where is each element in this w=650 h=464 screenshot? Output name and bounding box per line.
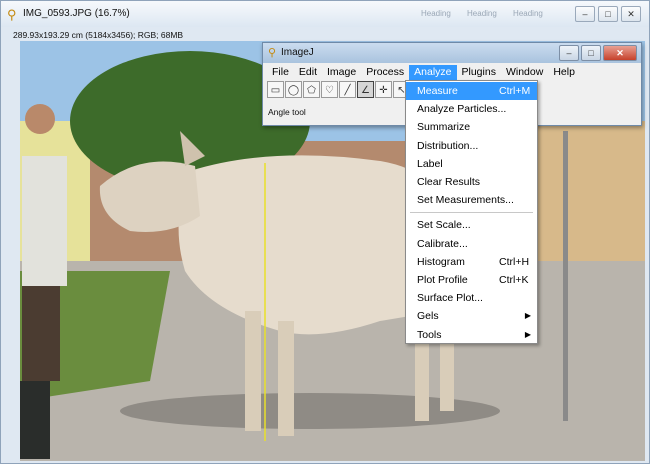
oval-tool-icon[interactable]: ◯ — [285, 81, 302, 98]
menu-item-tools[interactable]: Tools ▶ — [406, 326, 537, 344]
menu-item-set-scale[interactable]: Set Scale... — [406, 216, 537, 234]
menu-item-histogram[interactable]: Histogram Ctrl+H — [406, 253, 537, 271]
menu-plugins[interactable]: Plugins — [457, 65, 501, 80]
background-tabs: Heading Heading Heading — [421, 9, 543, 18]
menu-item-label: Summarize — [417, 121, 471, 134]
menu-item-distribution[interactable]: Distribution... — [406, 137, 537, 155]
menu-item-gels[interactable]: Gels ▶ — [406, 307, 537, 325]
imagej-minimize-button[interactable]: – — [559, 45, 579, 61]
submenu-arrow-icon: ▶ — [524, 329, 531, 339]
menu-item-label: Calibrate... — [417, 237, 468, 250]
menu-item-label: Measure — [417, 85, 458, 97]
menu-item-shortcut: Ctrl+H — [499, 255, 530, 268]
menu-item-clear-results[interactable]: Clear Results — [406, 173, 537, 191]
imagej-microscope-icon: ⚲ — [7, 7, 17, 22]
menu-item-label: Analyze Particles... — [417, 103, 507, 116]
menu-item-label: Clear Results — [417, 176, 481, 188]
menu-item-label: Surface Plot... — [417, 292, 483, 305]
menu-item-plot-profile[interactable]: Plot Profile Ctrl+K — [406, 271, 537, 289]
menu-item-calibrate[interactable]: Calibrate... — [406, 235, 537, 253]
rectangle-tool-icon[interactable]: ▭ — [267, 81, 284, 98]
menu-item-analyze-particles[interactable]: Analyze Particles... — [406, 100, 537, 118]
imagej-titlebar[interactable]: ⚲ ImageJ – □ ✕ — [263, 43, 641, 63]
menu-item-set-measurements[interactable]: Set Measurements... — [406, 191, 537, 209]
menu-analyze[interactable]: Analyze — [409, 65, 457, 80]
image-info-text: 289.93x193.29 cm (5184x3456); RGB; 68MB — [13, 30, 184, 40]
menu-window[interactable]: Window — [501, 65, 548, 80]
imagej-menubar: File Edit Image Process Analyze Plugins … — [267, 65, 580, 80]
menu-item-summarize[interactable]: Summarize — [406, 118, 537, 136]
measuring-stick — [563, 131, 568, 421]
menu-image[interactable]: Image — [322, 65, 361, 80]
menu-item-label: Gels — [417, 310, 439, 323]
menu-item-label: Plot Profile — [417, 274, 468, 286]
imagej-close-button[interactable]: ✕ — [603, 45, 637, 61]
freehand-tool-icon[interactable]: ♡ — [321, 81, 338, 98]
image-maximize-button[interactable]: □ — [598, 6, 618, 22]
menu-item-label: Label — [417, 157, 443, 170]
menu-item-label: Distribution... — [417, 139, 479, 152]
menu-item-surface-plot[interactable]: Surface Plot... — [406, 289, 537, 307]
menu-item-label: Set Scale... — [417, 219, 471, 232]
angle-tool-icon[interactable]: ∠ — [357, 81, 374, 98]
imagej-microscope-icon: ⚲ — [268, 47, 277, 59]
line-tool-icon[interactable]: ╱ — [339, 81, 356, 98]
menu-edit[interactable]: Edit — [294, 65, 322, 80]
menu-item-label: Histogram — [417, 255, 465, 268]
analyze-menu-dropdown: Measure Ctrl+M Analyze Particles... Summari… — [405, 80, 538, 344]
image-window-title: IMG_0593.JPG (16.7%) — [23, 8, 130, 19]
point-tool-icon[interactable]: ✛ — [375, 81, 392, 98]
menu-process[interactable]: Process — [361, 65, 409, 80]
menu-item-shortcut: Ctrl+K — [499, 274, 529, 286]
status-text: Angle tool — [268, 107, 306, 117]
menu-help[interactable]: Help — [548, 65, 580, 80]
menu-separator — [410, 212, 533, 214]
image-window-titlebar[interactable]: ⚲ IMG_0593.JPG (16.7%) Heading Heading H… — [1, 1, 649, 27]
imagej-maximize-button[interactable]: □ — [581, 45, 601, 61]
image-minimize-button[interactable]: – — [575, 6, 595, 22]
menu-item-measure[interactable]: Measure Ctrl+M — [406, 82, 537, 100]
image-close-button[interactable]: ✕ — [621, 6, 641, 22]
submenu-arrow-icon: ▶ — [524, 311, 531, 321]
menu-item-label[interactable]: Label — [406, 155, 537, 173]
menu-item-label: Set Measurements... — [417, 194, 514, 207]
menu-file[interactable]: File — [267, 65, 294, 80]
menu-item-label: Tools — [417, 328, 442, 341]
imagej-title: ImageJ — [281, 47, 314, 58]
menu-item-shortcut: Ctrl+M — [499, 85, 531, 97]
polygon-tool-icon[interactable]: ⬠ — [303, 81, 320, 98]
